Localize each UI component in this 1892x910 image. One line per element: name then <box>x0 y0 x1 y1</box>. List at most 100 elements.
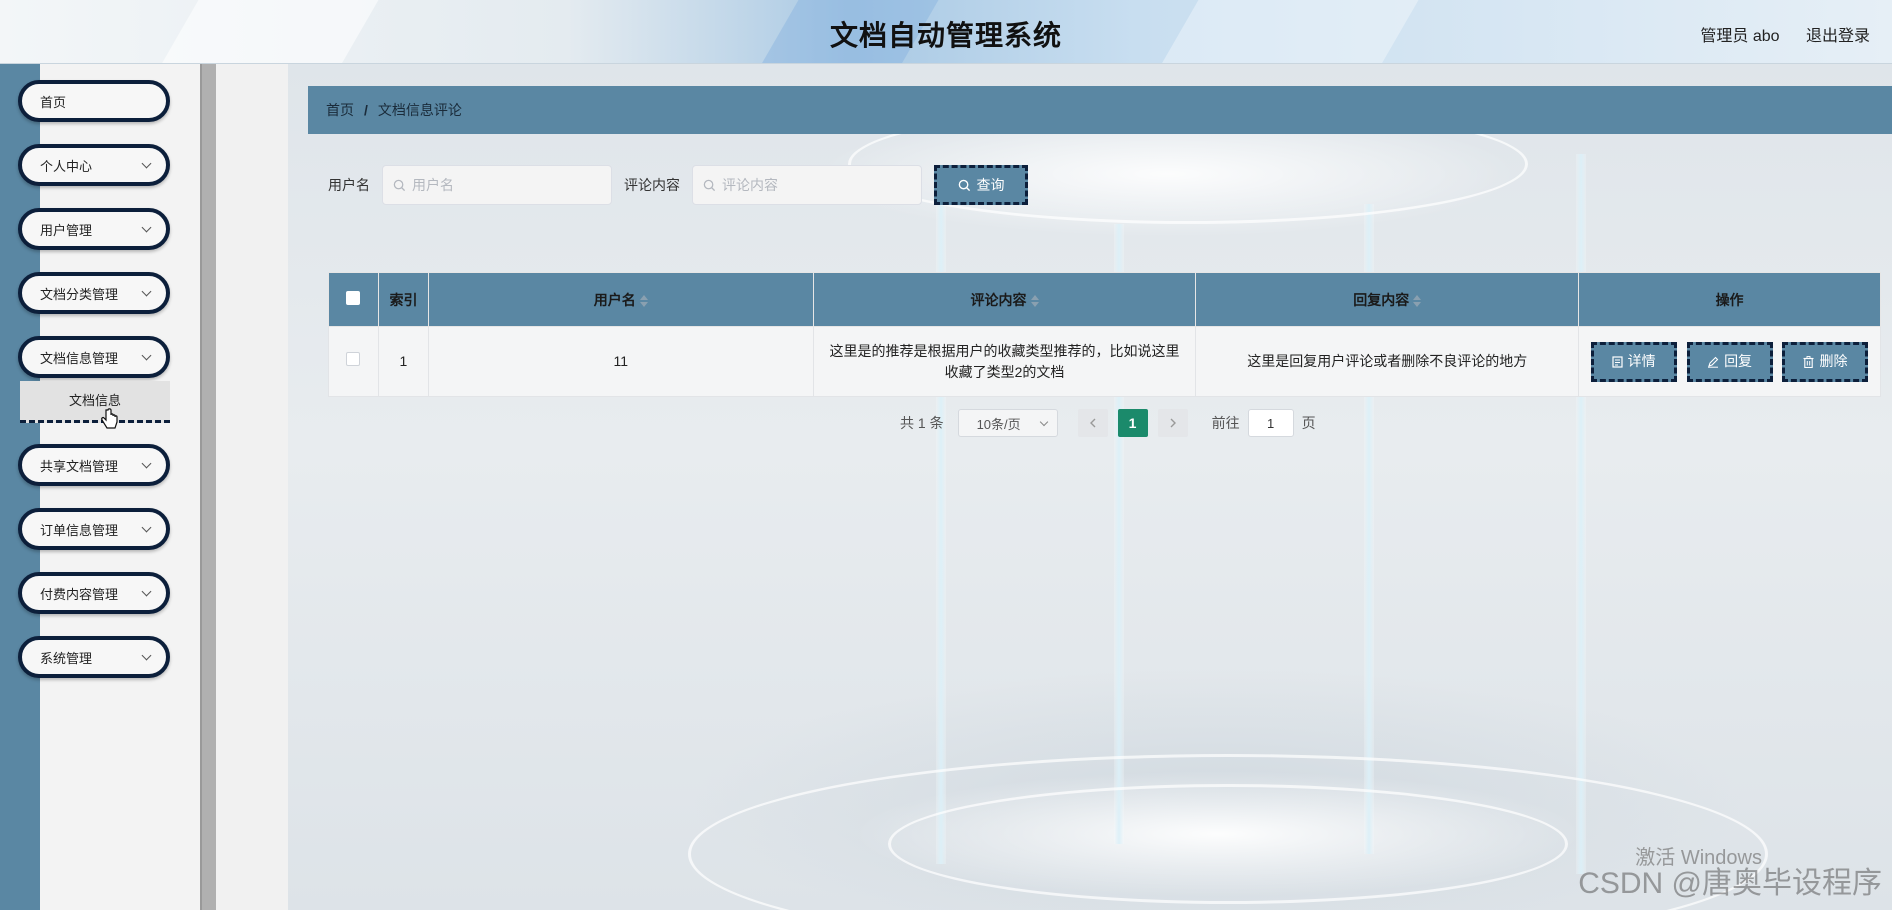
sidebar-item-label: 共享文档管理 <box>40 458 119 474</box>
page-size-value: 10条/页 <box>976 416 1021 432</box>
chevron-down-icon <box>141 286 152 296</box>
cell-actions: 详情 回复 删除 <box>1578 326 1881 397</box>
row-checkbox[interactable] <box>346 352 361 366</box>
breadcrumb-current: 文档信息评论 <box>377 102 462 118</box>
reply-button[interactable]: 回复 <box>1686 341 1773 382</box>
comments-table: 索引 用户名 评论内容 回复内容 操作 1 11 这里是的推荐是根据用户的收藏类… <box>328 272 1881 397</box>
chevron-down-icon <box>141 650 152 660</box>
table-header-row: 索引 用户名 评论内容 回复内容 操作 <box>328 272 1881 327</box>
page-number-button[interactable]: 1 <box>1117 409 1148 437</box>
top-header: 文档自动管理系统 管理员 abo 退出登录 <box>0 0 1892 64</box>
chevron-down-icon <box>141 586 152 596</box>
sidebar-gutter <box>216 64 288 910</box>
comment-filter-label: 评论内容 <box>624 177 680 193</box>
chevron-down-icon <box>141 522 152 532</box>
breadcrumb-home-link[interactable]: 首页 <box>326 100 354 120</box>
reply-button-label: 回复 <box>1724 353 1753 369</box>
cell-comment: 这里是的推荐是根据用户的收藏类型推荐的，比如说这里收藏了类型2的文档 <box>812 326 1197 397</box>
sidebar-item-doc-categories[interactable]: 文档分类管理 <box>18 272 170 314</box>
query-button-label: 查询 <box>976 177 1005 193</box>
chevron-down-icon <box>141 222 152 232</box>
sidebar-item-orders[interactable]: 订单信息管理 <box>18 508 170 550</box>
column-header-index: 索引 <box>377 272 429 327</box>
search-form: 用户名 评论内容 查询 <box>328 165 1028 205</box>
sidebar-item-label: 文档分类管理 <box>40 286 119 302</box>
page-size-select[interactable]: 10条/页 <box>957 409 1058 437</box>
document-icon <box>1612 355 1623 368</box>
sidebar-item-doc-info[interactable]: 文档信息管理 <box>18 336 170 378</box>
pagination: 共 1 条 10条/页 1 前往 页 <box>900 408 1316 438</box>
sidebar-scrollbar[interactable] <box>200 64 216 910</box>
search-icon <box>958 179 970 191</box>
edit-icon <box>1708 356 1719 368</box>
prev-page-button[interactable] <box>1077 409 1108 437</box>
sort-icon[interactable] <box>639 294 648 307</box>
column-header-comment[interactable]: 评论内容 <box>812 272 1197 327</box>
sidebar-item-system[interactable]: 系统管理 <box>18 636 170 678</box>
sidebar <box>40 64 200 910</box>
current-user-label: 管理员 abo <box>1700 28 1780 45</box>
column-header-label: 回复内容 <box>1353 291 1410 308</box>
next-page-button[interactable] <box>1157 409 1188 437</box>
sidebar-item-label: 文档信息管理 <box>40 350 119 366</box>
row-select-cell <box>328 326 379 397</box>
sidebar-item-label: 系统管理 <box>40 650 93 666</box>
sidebar-item-label: 付费内容管理 <box>40 586 119 602</box>
select-all-cell <box>328 272 379 327</box>
csdn-watermark: CSDN @唐奥毕设程序 <box>1578 867 1882 900</box>
header-user-area: 管理员 abo 退出登录 <box>1678 22 1870 46</box>
comment-filter-input[interactable] <box>722 177 912 193</box>
sidebar-item-label: 用户管理 <box>40 222 93 238</box>
select-all-checkbox[interactable] <box>346 291 361 305</box>
detail-button[interactable]: 详情 <box>1590 341 1677 382</box>
comment-filter-field[interactable] <box>692 165 922 205</box>
column-header-reply[interactable]: 回复内容 <box>1195 272 1580 327</box>
username-filter-field[interactable] <box>382 165 612 205</box>
chevron-left-icon <box>1089 418 1096 428</box>
sidebar-item-home[interactable]: 首页 <box>18 80 170 122</box>
column-header-label: 评论内容 <box>970 291 1027 308</box>
table-row: 1 11 这里是的推荐是根据用户的收藏类型推荐的，比如说这里收藏了类型2的文档 … <box>328 326 1881 397</box>
column-header-label: 用户名 <box>593 291 636 308</box>
sidebar-item-profile[interactable]: 个人中心 <box>18 144 170 186</box>
sort-icon[interactable] <box>1413 294 1422 307</box>
hand-cursor-icon <box>101 408 118 429</box>
breadcrumb: 首页 / 文档信息评论 <box>308 86 1892 134</box>
column-header-username[interactable]: 用户名 <box>427 272 814 327</box>
main-content: 首页 / 文档信息评论 用户名 评论内容 查询 <box>288 64 1892 910</box>
trash-icon <box>1803 355 1814 368</box>
chevron-down-icon <box>141 350 152 360</box>
search-icon <box>393 179 406 191</box>
cell-index: 1 <box>377 326 429 397</box>
background-decoration <box>1576 154 1586 874</box>
background-decoration <box>888 784 1568 904</box>
username-filter-label: 用户名 <box>328 177 370 193</box>
goto-page-input[interactable] <box>1247 409 1294 437</box>
sidebar-item-paid-content[interactable]: 付费内容管理 <box>18 572 170 614</box>
sidebar-subitem-doc-info[interactable]: 文档信息 <box>20 381 170 423</box>
cell-reply: 这里是回复用户评论或者删除不良评论的地方 <box>1195 326 1580 397</box>
sidebar-item-shared-docs[interactable]: 共享文档管理 <box>18 444 170 486</box>
detail-button-label: 详情 <box>1627 353 1656 369</box>
sidebar-item-label: 个人中心 <box>40 158 93 174</box>
chevron-down-icon <box>1039 417 1048 426</box>
sidebar-item-label: 首页 <box>40 94 67 110</box>
delete-button-label: 删除 <box>1819 353 1848 369</box>
sidebar-item-users[interactable]: 用户管理 <box>18 208 170 250</box>
breadcrumb-separator: / <box>364 102 368 118</box>
app-title: 文档自动管理系统 <box>829 19 1062 52</box>
goto-label: 前往 <box>1211 415 1240 431</box>
logout-link[interactable]: 退出登录 <box>1806 28 1870 45</box>
column-header-actions: 操作 <box>1578 272 1881 327</box>
search-icon <box>703 179 716 191</box>
chevron-right-icon <box>1170 418 1176 428</box>
pagination-total: 共 1 条 <box>900 415 944 431</box>
sidebar-accent-bar <box>0 64 40 910</box>
delete-button[interactable]: 删除 <box>1782 341 1869 382</box>
goto-suffix: 页 <box>1301 415 1316 431</box>
chevron-down-icon <box>141 158 152 168</box>
sidebar-item-label: 订单信息管理 <box>40 522 119 538</box>
username-filter-input[interactable] <box>412 177 602 193</box>
query-button[interactable]: 查询 <box>934 165 1028 205</box>
sort-icon[interactable] <box>1030 294 1039 307</box>
